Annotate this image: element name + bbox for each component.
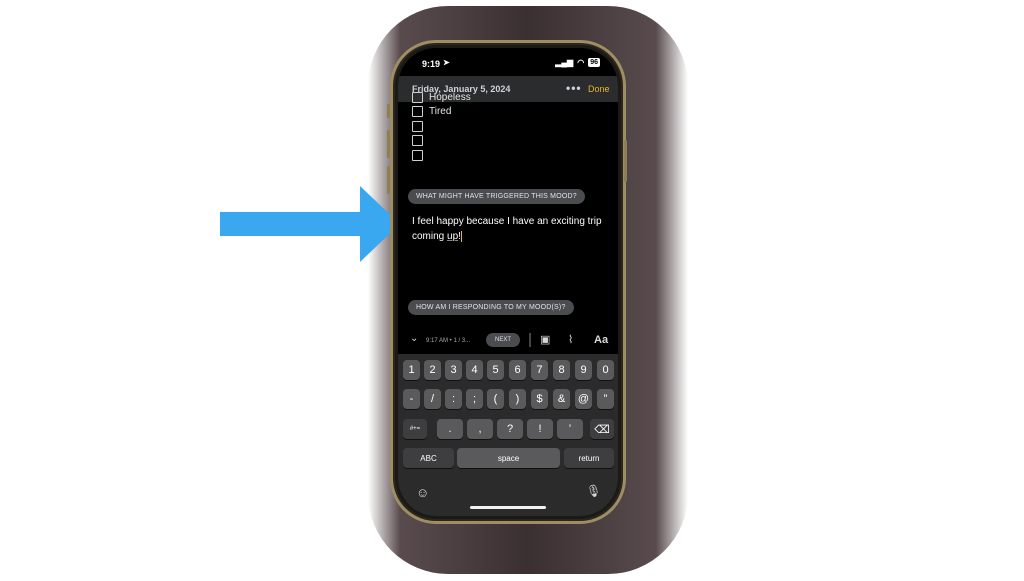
chevron-down-icon[interactable]: ⌄ (410, 333, 418, 344)
entry-text[interactable]: I feel happy because I have an exciting … (412, 214, 608, 244)
checkbox[interactable] (412, 135, 423, 146)
status-bar: 9:19 ➤ ▂▄▆ ◠ 96 (398, 48, 618, 76)
checklist-item-label: Hopeless (429, 92, 471, 103)
key[interactable]: / (424, 389, 441, 409)
checklist-item[interactable] (412, 121, 429, 132)
volume-down-button (387, 166, 390, 194)
key[interactable]: - (403, 389, 420, 409)
battery-icon: 96 (588, 58, 600, 67)
checklist-item[interactable]: Tired (412, 106, 451, 117)
key[interactable]: 8 (553, 360, 570, 380)
backspace-icon[interactable]: ⌫ (590, 419, 614, 439)
checklist-item[interactable] (412, 135, 429, 146)
status-icons: ▂▄▆ ◠ 96 (555, 58, 600, 67)
symbols-key[interactable]: #+= (403, 419, 427, 439)
side-button (387, 104, 390, 118)
key[interactable]: 3 (445, 360, 462, 380)
entry-underlined-word: up (447, 231, 459, 242)
key[interactable]: 7 (531, 360, 548, 380)
abc-key[interactable]: ABC (403, 448, 454, 468)
checkbox[interactable] (412, 150, 423, 161)
key[interactable]: ( (487, 389, 504, 409)
editor-toolbar: ⌄ 9:17 AM • 1 / 3... NEXT ▣ ⌇ Aa (398, 330, 618, 354)
checkbox[interactable] (412, 106, 423, 117)
key[interactable]: & (553, 389, 570, 409)
key[interactable]: ; (466, 389, 483, 409)
home-indicator[interactable] (470, 506, 546, 509)
key[interactable]: : (445, 389, 462, 409)
key[interactable]: 6 (509, 360, 526, 380)
keyboard: 1 2 3 4 5 6 7 8 9 0 - / : ; ( ) $ & @ ” … (398, 354, 618, 516)
power-button (624, 140, 627, 182)
volume-up-button (387, 130, 390, 158)
pointer-arrow-icon (220, 186, 400, 262)
checklist-item-label: Tired (429, 106, 452, 117)
paperclip-icon[interactable]: ⌇ (568, 333, 573, 346)
checkbox[interactable] (412, 121, 423, 132)
status-time: 9:19 (422, 59, 441, 69)
key[interactable]: 4 (466, 360, 483, 380)
microphone-icon[interactable]: 🎙 (586, 484, 601, 498)
space-key[interactable]: space (457, 448, 560, 468)
entry-content[interactable]: Hopeless Tired WHAT MIGHT HAVE TRIGGERED… (398, 92, 618, 330)
key[interactable]: 9 (575, 360, 592, 380)
key[interactable]: ’ (557, 419, 583, 439)
checklist-item[interactable] (412, 150, 429, 161)
photo-icon[interactable]: ▣ (540, 333, 550, 346)
emoji-icon[interactable]: ☺ (416, 485, 429, 500)
key[interactable]: $ (531, 389, 548, 409)
key[interactable]: ” (597, 389, 614, 409)
entry-line: coming (412, 231, 448, 242)
checklist-item[interactable]: Hopeless (412, 92, 471, 103)
key[interactable]: . (437, 419, 463, 439)
wifi-icon: ◠ (577, 58, 585, 67)
key[interactable]: 2 (424, 360, 441, 380)
trigger-prompt[interactable]: WHAT MIGHT HAVE TRIGGERED THIS MOOD? (408, 189, 585, 204)
text-format-button[interactable]: Aa (594, 334, 608, 346)
entry-line: I feel happy because I have an exciting … (412, 216, 602, 227)
location-icon: ➤ (443, 58, 450, 67)
key[interactable]: @ (575, 389, 592, 409)
key[interactable]: 0 (597, 360, 614, 380)
text-cursor (460, 230, 462, 242)
toolbar-divider (529, 333, 531, 347)
return-key[interactable]: return (564, 448, 614, 468)
done-button[interactable]: Done (588, 84, 610, 94)
signal-icon: ▂▄▆ (555, 58, 574, 67)
timestamp: 9:17 AM • 1 / 3... (426, 338, 471, 344)
key[interactable]: 5 (487, 360, 504, 380)
key[interactable]: ) (509, 389, 526, 409)
checkbox[interactable] (412, 92, 423, 103)
more-options-icon[interactable]: ••• (566, 81, 582, 95)
response-prompt[interactable]: HOW AM I RESPONDING TO MY MOOD(S)? (408, 300, 574, 315)
key[interactable]: ! (527, 419, 553, 439)
key[interactable]: , (467, 419, 493, 439)
key[interactable]: ? (497, 419, 523, 439)
next-button[interactable]: NEXT (486, 333, 521, 347)
key[interactable]: 1 (403, 360, 420, 380)
phone-screen: 9:19 ➤ ▂▄▆ ◠ 96 Friday, January 5, 2024 … (398, 48, 618, 516)
